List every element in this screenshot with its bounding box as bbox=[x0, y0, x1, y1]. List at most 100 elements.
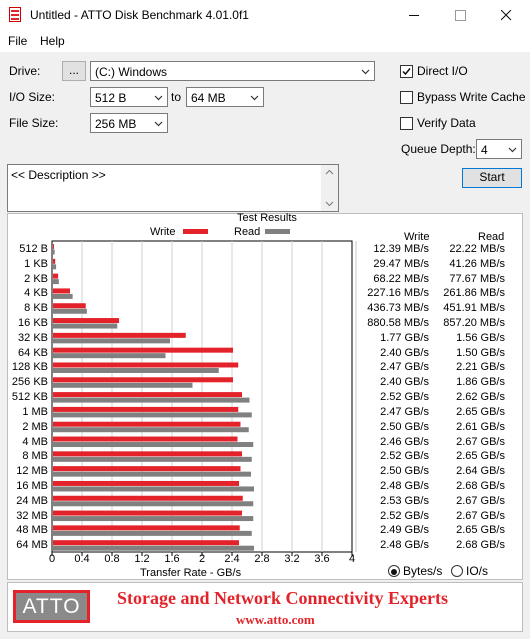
read-value: 2.67 GB/s bbox=[456, 509, 505, 522]
read-bar bbox=[53, 427, 249, 433]
write-bar bbox=[53, 273, 59, 279]
write-bar bbox=[53, 392, 242, 398]
io-label[interactable]: IO/s bbox=[466, 564, 488, 578]
read-value: 2.62 GB/s bbox=[456, 391, 505, 404]
row-label: 256 KB bbox=[11, 376, 48, 389]
bytes-label[interactable]: Bytes/s bbox=[403, 564, 442, 578]
read-bar bbox=[53, 486, 254, 492]
read-value: 41.26 MB/s bbox=[449, 257, 505, 270]
read-bar bbox=[53, 530, 252, 536]
write-value: 29.47 MB/s bbox=[373, 257, 429, 270]
read-value: 2.67 GB/s bbox=[456, 494, 505, 507]
bytes-radio[interactable] bbox=[388, 565, 400, 577]
read-bar bbox=[53, 382, 193, 388]
banner-website[interactable]: www.atto.com bbox=[236, 612, 315, 628]
read-value: 22.22 MB/s bbox=[449, 243, 505, 255]
write-bar bbox=[53, 362, 239, 368]
x-tick-label: 2.8 bbox=[254, 553, 270, 565]
write-value: 880.58 MB/s bbox=[367, 317, 429, 330]
write-value: 2.52 GB/s bbox=[380, 450, 429, 463]
row-label: 16 MB bbox=[16, 479, 48, 492]
write-bar bbox=[53, 332, 186, 338]
x-tick-label: 3.6 bbox=[314, 553, 330, 565]
x-tick-label: 2 bbox=[198, 553, 206, 565]
write-value: 2.52 GB/s bbox=[380, 391, 429, 404]
write-bar bbox=[53, 436, 238, 442]
write-bar bbox=[53, 525, 240, 531]
read-value: 1.50 GB/s bbox=[456, 346, 505, 359]
write-bar bbox=[53, 377, 233, 383]
read-bar bbox=[53, 442, 254, 448]
read-value: 2.68 GB/s bbox=[456, 539, 505, 552]
x-tick-label: 1.2 bbox=[134, 553, 150, 565]
write-value: 2.48 GB/s bbox=[380, 539, 429, 552]
read-value: 857.20 MB/s bbox=[443, 317, 505, 330]
row-label: 12 MB bbox=[16, 465, 48, 478]
write-bar bbox=[53, 244, 54, 249]
banner-tagline: Storage and Network Connectivity Experts bbox=[117, 588, 448, 608]
read-value: 451.91 MB/s bbox=[443, 302, 505, 315]
read-bar bbox=[53, 471, 251, 477]
row-label: 2 MB bbox=[22, 420, 48, 433]
write-value: 12.39 MB/s bbox=[373, 243, 429, 255]
write-value: 2.47 GB/s bbox=[380, 405, 429, 418]
read-bar bbox=[53, 397, 250, 403]
read-bar bbox=[53, 367, 219, 373]
row-label: 512 KB bbox=[11, 391, 48, 404]
read-value: 2.65 GB/s bbox=[456, 450, 505, 463]
row-label: 1 MB bbox=[22, 405, 48, 418]
write-bar bbox=[53, 451, 242, 457]
row-label: 1 KB bbox=[24, 257, 48, 270]
read-bar bbox=[53, 338, 170, 344]
x-tick-label: 0 bbox=[48, 553, 56, 565]
write-value: 2.40 GB/s bbox=[380, 376, 429, 389]
write-bar bbox=[53, 318, 120, 324]
write-value: 2.47 GB/s bbox=[380, 361, 429, 374]
radio-dot-icon bbox=[391, 569, 397, 575]
row-label: 64 MB bbox=[16, 539, 48, 552]
x-tick-label: 0.8 bbox=[104, 553, 120, 565]
read-value: 2.64 GB/s bbox=[456, 465, 505, 478]
read-value: 2.67 GB/s bbox=[456, 435, 505, 448]
write-value: 2.50 GB/s bbox=[380, 465, 429, 478]
write-value: 68.22 MB/s bbox=[373, 272, 429, 285]
read-value: 77.67 MB/s bbox=[449, 272, 505, 285]
write-value: 2.48 GB/s bbox=[380, 479, 429, 492]
row-label: 8 MB bbox=[22, 450, 48, 463]
write-value: 2.40 GB/s bbox=[380, 346, 429, 359]
write-value: 436.73 MB/s bbox=[367, 302, 429, 315]
row-label: 2 KB bbox=[24, 272, 48, 285]
write-value: 2.50 GB/s bbox=[380, 420, 429, 433]
write-bar bbox=[53, 540, 239, 546]
read-value: 1.56 GB/s bbox=[456, 331, 505, 344]
row-label: 4 MB bbox=[22, 435, 48, 448]
atto-logo: ATTO bbox=[13, 590, 90, 623]
write-bar bbox=[53, 480, 239, 486]
read-bar bbox=[53, 249, 55, 255]
read-value: 261.86 MB/s bbox=[443, 287, 505, 300]
write-bar bbox=[53, 288, 71, 294]
read-bar bbox=[53, 412, 252, 418]
write-bar bbox=[53, 406, 239, 412]
read-bar bbox=[53, 456, 252, 462]
read-value: 2.65 GB/s bbox=[456, 524, 505, 537]
row-label: 512 B bbox=[19, 243, 48, 255]
row-label: 32 MB bbox=[16, 509, 48, 522]
row-label: 4 KB bbox=[24, 287, 48, 300]
write-value: 2.52 GB/s bbox=[380, 509, 429, 522]
io-radio[interactable] bbox=[451, 565, 463, 577]
row-label: 8 KB bbox=[24, 302, 48, 315]
row-label: 64 KB bbox=[18, 346, 48, 359]
read-bar bbox=[53, 279, 59, 285]
write-bar bbox=[53, 421, 241, 427]
read-value: 2.68 GB/s bbox=[456, 479, 505, 492]
x-tick-label: 2.4 bbox=[224, 553, 240, 565]
read-bar bbox=[53, 353, 166, 359]
read-bar bbox=[53, 308, 87, 314]
write-bar bbox=[53, 510, 242, 516]
row-label: 128 KB bbox=[11, 361, 48, 374]
read-value: 2.61 GB/s bbox=[456, 420, 505, 433]
read-value: 2.21 GB/s bbox=[456, 361, 505, 374]
row-label: 16 KB bbox=[18, 317, 48, 330]
x-tick-label: 4 bbox=[348, 553, 356, 565]
